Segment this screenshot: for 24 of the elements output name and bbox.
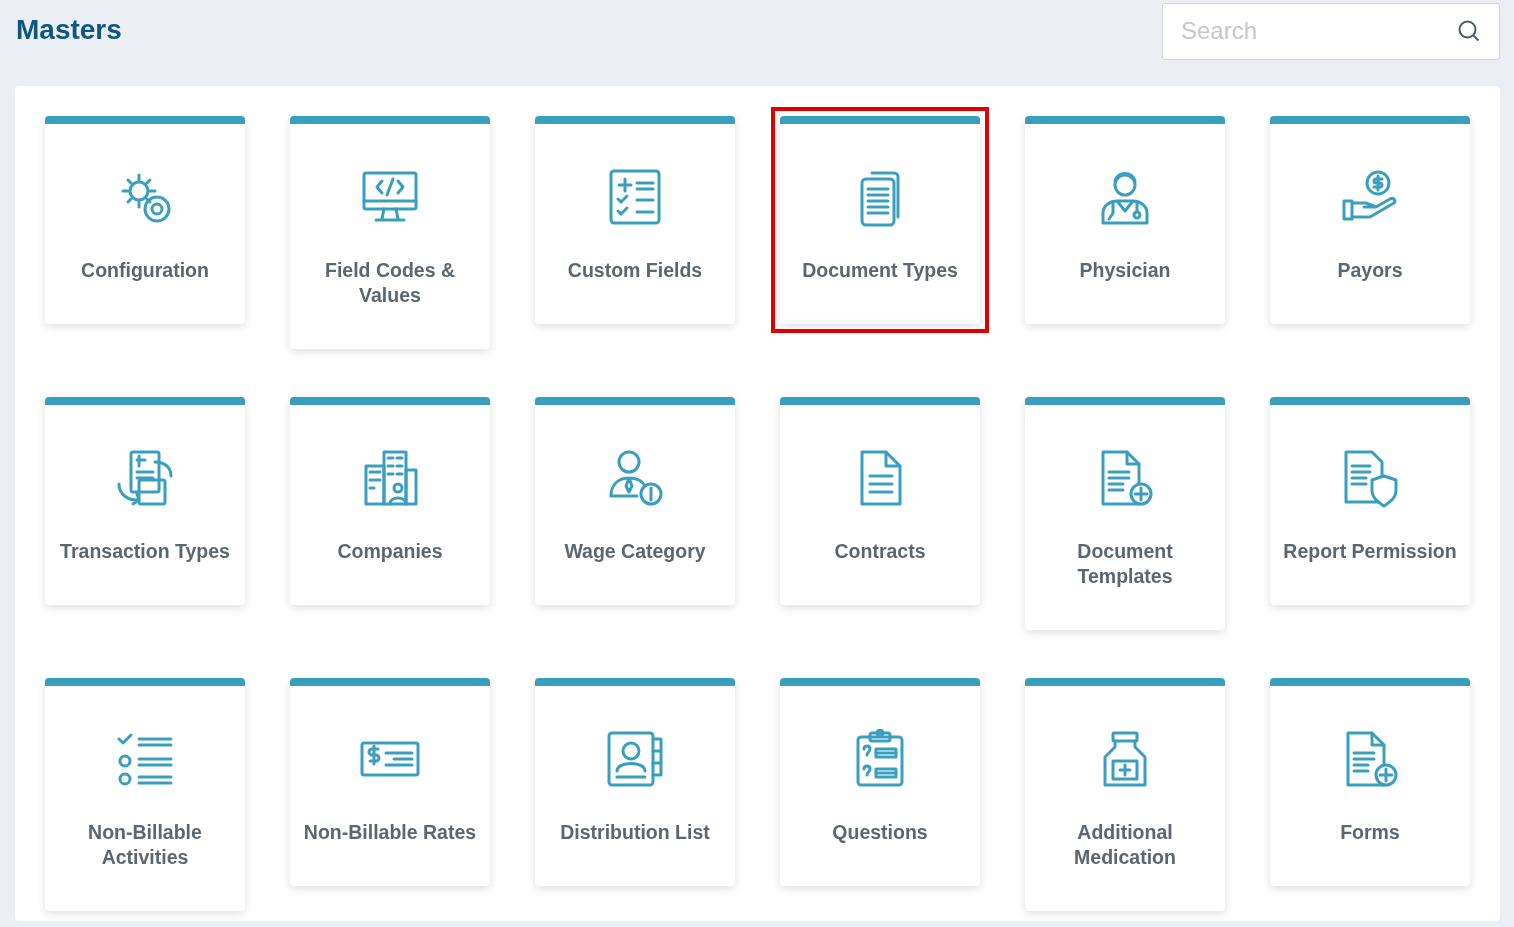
master-tile[interactable]: Document Templates: [1025, 397, 1225, 630]
master-tile[interactable]: Companies: [290, 397, 490, 605]
master-tile[interactable]: Non-Billable Activities: [45, 678, 245, 911]
search-field[interactable]: Search: [1162, 2, 1500, 60]
master-tile[interactable]: Wage Category: [535, 397, 735, 605]
master-tile[interactable]: Document Types: [780, 116, 980, 324]
master-tile[interactable]: Forms: [1270, 678, 1470, 886]
master-tile[interactable]: Report Permission: [1270, 397, 1470, 605]
master-tile[interactable]: Physician: [1025, 116, 1225, 324]
contact-book-icon: [605, 729, 665, 789]
master-tile[interactable]: Field Codes & Values: [290, 116, 490, 349]
master-tile[interactable]: Non-Billable Rates: [290, 678, 490, 886]
invoice-exchange-icon: [115, 448, 175, 508]
master-tile[interactable]: Questions: [780, 678, 980, 886]
page-title: Masters: [16, 14, 122, 46]
master-tile[interactable]: Payors: [1270, 116, 1470, 324]
master-tile[interactable]: Transaction Types: [45, 397, 245, 605]
master-tile[interactable]: Configuration: [45, 116, 245, 324]
master-tile[interactable]: Custom Fields: [535, 116, 735, 324]
master-tile[interactable]: Additional Medication: [1025, 678, 1225, 911]
search-input[interactable]: Search: [1181, 17, 1457, 45]
master-tile[interactable]: Contracts: [780, 397, 980, 605]
search-icon[interactable]: [1457, 19, 1481, 43]
master-tile[interactable]: Distribution List: [535, 678, 735, 886]
